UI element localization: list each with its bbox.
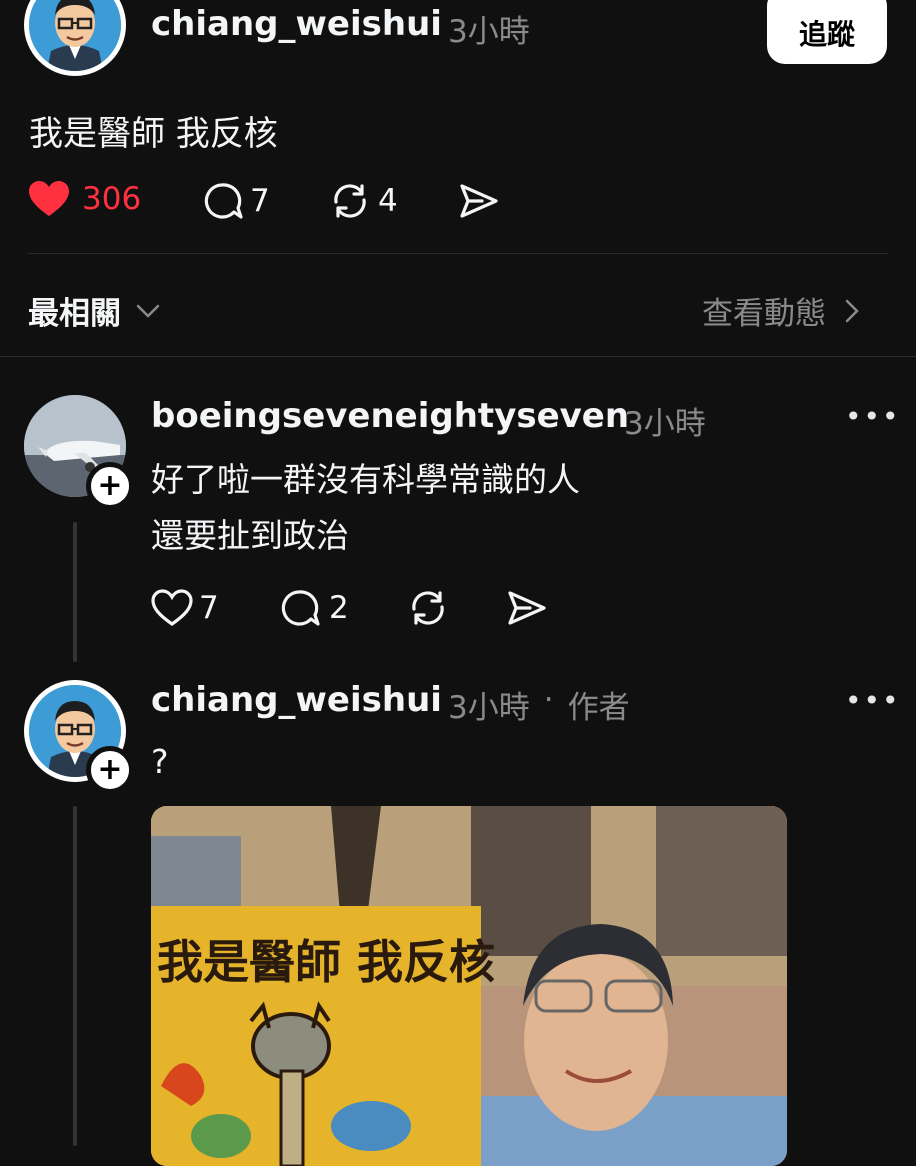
reply-time: 3小時	[624, 406, 706, 442]
section-divider	[0, 356, 916, 357]
post-text: 我是醫師 我反核	[29, 114, 278, 154]
thread-line	[73, 806, 77, 1146]
protest-photo-image: 我是醫師 我反核	[151, 806, 787, 1166]
author-reply-username[interactable]: chiang_weishui	[151, 680, 442, 720]
plus-icon: +	[97, 468, 123, 503]
chevron-down-icon	[136, 304, 160, 318]
share-button[interactable]	[458, 182, 500, 220]
heart-filled-icon	[29, 181, 69, 216]
repost-icon	[334, 184, 366, 218]
reply-comment-count: 2	[329, 590, 349, 626]
chevron-right-icon	[845, 299, 859, 322]
plus-icon: +	[97, 752, 123, 787]
thread-line	[73, 522, 77, 662]
comment-icon	[281, 590, 320, 626]
more-options-icon[interactable]: •••	[845, 400, 901, 433]
reply-image[interactable]: 我是醫師 我反核	[151, 806, 787, 1166]
view-activity-link[interactable]: 查看動態	[702, 288, 862, 333]
author-reply-time: 3小時	[448, 690, 530, 726]
follow-button[interactable]: 追蹤	[767, 0, 887, 64]
sign-text: 我是醫師 我反核	[157, 935, 495, 989]
reply-text-line-2: 還要扯到政治	[151, 516, 349, 555]
send-icon	[460, 184, 498, 218]
comment-button[interactable]: 7	[202, 182, 270, 220]
heart-outline-icon	[151, 589, 193, 626]
more-options-icon[interactable]: •••	[845, 684, 901, 717]
like-button[interactable]: 306	[28, 180, 141, 218]
reply-like-button[interactable]: 7	[151, 589, 219, 627]
cartoon-avatar-icon	[29, 0, 121, 71]
follow-plus-button[interactable]: +	[86, 746, 134, 794]
post-username[interactable]: chiang_weishui	[151, 4, 442, 44]
post-time: 3小時	[448, 14, 530, 50]
meta-separator: ·	[543, 682, 554, 718]
repost-icon	[412, 591, 444, 625]
author-reply-text: ?	[151, 742, 169, 781]
reply-username[interactable]: boeingseveneightyseven	[151, 396, 629, 436]
post-divider	[28, 253, 888, 254]
view-activity-label: 查看動態	[702, 296, 826, 332]
repost-button[interactable]: 4	[328, 182, 398, 220]
post-author-avatar[interactable]	[24, 0, 126, 76]
like-count: 306	[82, 181, 142, 217]
sort-dropdown[interactable]: 最相關	[28, 288, 161, 333]
sort-label: 最相關	[28, 296, 121, 332]
reply-like-count: 7	[199, 590, 219, 626]
reply-text-line-1: 好了啦一群沒有科學常識的人	[151, 460, 580, 499]
author-reply-meta: 3小時 · 作者	[448, 682, 630, 727]
author-tag: 作者	[567, 690, 630, 726]
comment-count: 7	[250, 183, 270, 219]
follow-button-label: 追蹤	[798, 18, 855, 51]
reply-comment-button[interactable]: 2	[279, 589, 349, 627]
reply-repost-button[interactable]	[406, 589, 450, 627]
comment-icon	[204, 183, 243, 219]
follow-plus-button[interactable]: +	[86, 462, 134, 510]
repost-count: 4	[378, 183, 398, 219]
reply-share-button[interactable]	[506, 589, 548, 627]
send-icon	[508, 591, 546, 625]
